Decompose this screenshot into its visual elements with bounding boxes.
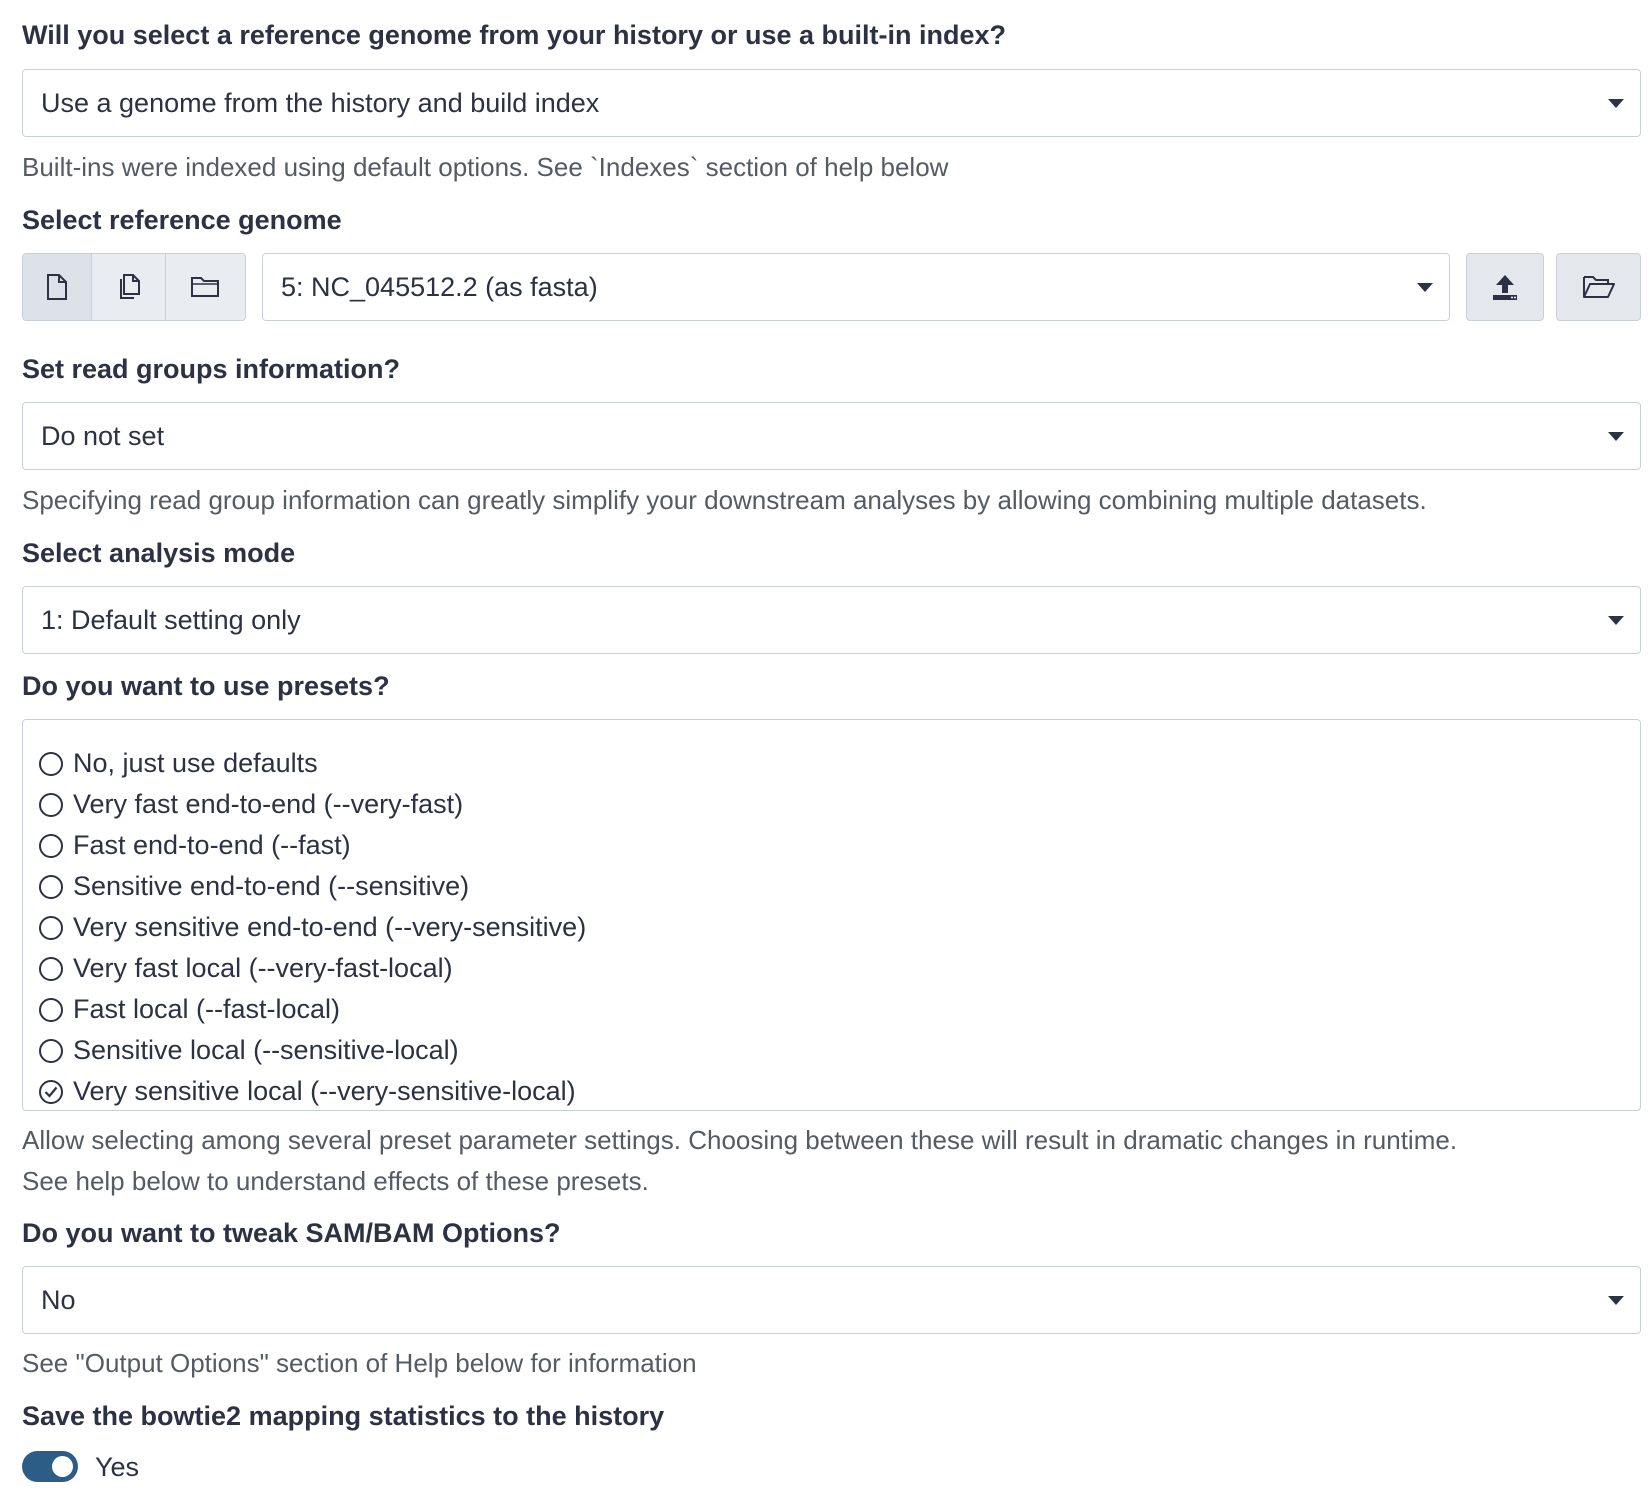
preset-option-selected[interactable]: Very sensitive local (--very-sensitive-l… (39, 1076, 576, 1107)
preset-option[interactable]: Fast local (--fast-local) (39, 994, 340, 1025)
tool-form: Will you select a reference genome from … (0, 0, 1648, 1498)
radio-icon (39, 915, 63, 940)
preset-option[interactable]: Very sensitive end-to-end (--very-sensit… (39, 912, 586, 943)
reference-genome-label: Select reference genome (22, 205, 342, 235)
single-dataset-button[interactable] (23, 254, 93, 320)
preset-option[interactable]: No, just use defaults (39, 748, 318, 779)
read-groups-select[interactable]: Do not set (22, 402, 1641, 470)
presets-label: Do you want to use presets? (22, 671, 390, 701)
analysis-mode-select[interactable]: 1: Default setting only (22, 586, 1641, 654)
browse-folder-icon (1582, 276, 1615, 298)
genome-source-value: Use a genome from the history and build … (41, 87, 600, 118)
genome-source-help: Built-ins were indexed using default opt… (22, 152, 949, 182)
preset-option-label: No, just use defaults (73, 748, 318, 778)
dataset-collection-button[interactable] (165, 254, 245, 320)
radio-icon (39, 792, 63, 817)
browse-button[interactable] (1556, 253, 1641, 321)
sam-options-value: No (41, 1284, 76, 1315)
preset-option-label: Very sensitive local (--very-sensitive-l… (73, 1076, 576, 1106)
preset-option[interactable]: Sensitive end-to-end (--sensitive) (39, 871, 469, 902)
preset-option-label: Fast end-to-end (--fast) (73, 830, 351, 860)
sam-options-help: See "Output Options" section of Help bel… (22, 1348, 697, 1378)
sam-options-select[interactable]: No (22, 1266, 1641, 1334)
radio-icon (39, 956, 63, 981)
preset-option-label: Fast local (--fast-local) (73, 994, 341, 1024)
caret-down-icon (1608, 98, 1624, 108)
read-groups-value: Do not set (41, 420, 165, 451)
presets-help-line1: Allow selecting among several preset par… (22, 1125, 1458, 1155)
caret-down-icon (1608, 1295, 1624, 1305)
preset-option[interactable]: Very fast end-to-end (--very-fast) (39, 789, 463, 820)
sam-options-label: Do you want to tweak SAM/BAM Options? (22, 1218, 561, 1248)
preset-option[interactable]: Fast end-to-end (--fast) (39, 830, 351, 861)
preset-option-label: Very fast local (--very-fast-local) (73, 953, 453, 983)
presets-help-line2: See help below to understand effects of … (22, 1166, 649, 1196)
analysis-mode-value: 1: Default setting only (41, 604, 301, 635)
single-dataset-icon (47, 274, 68, 300)
radio-checked-icon (39, 1079, 63, 1104)
radio-icon (39, 833, 63, 858)
genome-source-select[interactable]: Use a genome from the history and build … (22, 69, 1641, 137)
upload-button[interactable] (1466, 253, 1544, 321)
toggle-knob (52, 1456, 73, 1477)
preset-option-label: Very fast end-to-end (--very-fast) (73, 789, 464, 819)
reference-genome-select[interactable]: 5: NC_045512.2 (as fasta) (262, 253, 1450, 321)
radio-icon (39, 997, 63, 1022)
preset-option[interactable]: Sensitive local (--sensitive-local) (39, 1035, 459, 1066)
analysis-mode-label: Select analysis mode (22, 538, 296, 568)
preset-option-label: Sensitive end-to-end (--sensitive) (73, 871, 470, 901)
preset-option-label: Very sensitive end-to-end (--very-sensit… (73, 912, 587, 942)
preset-option-label: Sensitive local (--sensitive-local) (73, 1035, 459, 1065)
caret-down-icon (1608, 431, 1624, 441)
save-stats-value: Yes (95, 1452, 140, 1482)
caret-down-icon (1608, 615, 1624, 625)
preset-option[interactable]: Very fast local (--very-fast-local) (39, 953, 453, 984)
multiple-datasets-button[interactable] (92, 254, 166, 320)
radio-icon (39, 1038, 63, 1063)
input-mode-group (22, 253, 246, 321)
genome-source-label: Will you select a reference genome from … (22, 20, 1006, 50)
folder-icon (191, 277, 220, 297)
save-stats-toggle[interactable] (22, 1451, 78, 1482)
radio-icon (39, 874, 63, 899)
read-groups-help: Specifying read group information can gr… (22, 485, 1427, 515)
upload-icon (1493, 275, 1517, 300)
multiple-datasets-icon (119, 274, 140, 299)
presets-radio-group: No, just use defaults Very fast end-to-e… (22, 719, 1641, 1111)
reference-genome-value: 5: NC_045512.2 (as fasta) (281, 271, 598, 302)
read-groups-label: Set read groups information? (22, 354, 401, 384)
save-stats-label: Save the bowtie2 mapping statistics to t… (22, 1401, 665, 1431)
radio-icon (39, 751, 63, 776)
caret-down-icon (1417, 282, 1433, 292)
